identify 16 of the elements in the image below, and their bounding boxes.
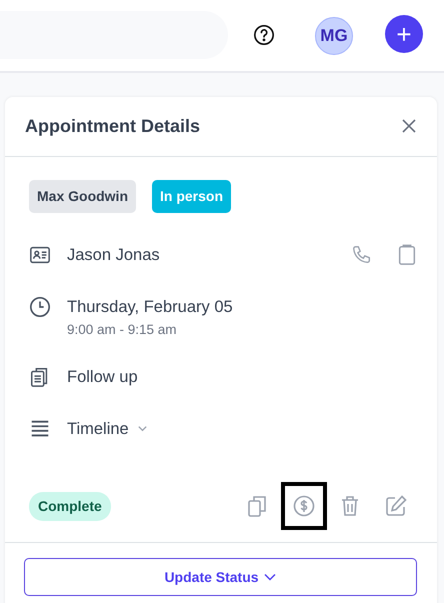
client-name: Jason Jonas	[67, 245, 160, 266]
add-button[interactable]: +	[385, 14, 423, 52]
clipboard-icon[interactable]	[397, 243, 417, 267]
help-icon[interactable]	[253, 24, 275, 48]
appointment-time: 9:00 am - 9:15 am	[67, 320, 178, 338]
appointment-date: Thursday, February 05	[67, 296, 233, 318]
appointment-type: Follow up	[67, 366, 138, 388]
tag: In person	[152, 180, 232, 213]
user-avatar[interactable]: MG	[315, 16, 353, 54]
clock-icon	[29, 296, 51, 318]
status-badge: Complete	[29, 492, 111, 521]
tag: Max Goodwin	[29, 180, 136, 213]
id-card-icon	[29, 244, 51, 266]
panel-title: Appointment Details	[25, 115, 200, 138]
update-status-button[interactable]: Update Status	[24, 558, 417, 596]
timeline-toggle[interactable]: Timeline	[67, 416, 148, 442]
